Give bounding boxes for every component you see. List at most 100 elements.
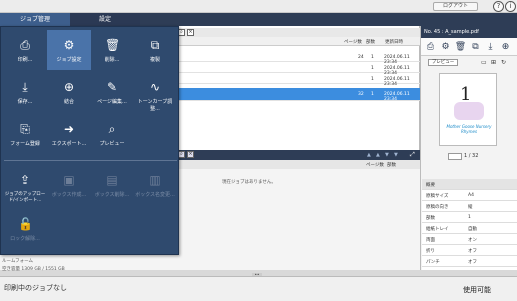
- rotate-icon[interactable]: ↻: [501, 59, 506, 66]
- duplicate-icon: ⧉: [150, 38, 160, 52]
- menu-item-label: ボックス作成...: [51, 192, 87, 198]
- menu-item-label: ロック解除...: [10, 236, 40, 242]
- menu-item-label: プレビュー: [99, 141, 125, 147]
- menu-item-box-delete: ▤ ボックス削除...: [90, 165, 134, 205]
- menu-item-label: 結合: [63, 99, 74, 105]
- job-management-menu: ⎙ 印刷... ⚙ ジョブ設定 🗑 削除... ⧉ 複製 ⤓ 保存... ⊕ 結…: [0, 26, 179, 255]
- clear-icon[interactable]: ×: [187, 29, 194, 36]
- header-updated[interactable]: 更新日時: [385, 39, 403, 45]
- menu-item-preview[interactable]: ⌕ プレビュー: [90, 114, 134, 154]
- row-pages: 32: [358, 92, 364, 97]
- menu-item-label: フォーム登録: [10, 141, 40, 147]
- expand-icon[interactable]: ⤢: [410, 151, 415, 159]
- header-pages[interactable]: ページ数: [366, 162, 384, 168]
- menu-item-box-rename: ▥ ボックス名変更...: [133, 165, 177, 205]
- search-icon[interactable]: ⌕: [178, 151, 185, 158]
- thumb-title: Mother Goose Nursery Rhymes: [446, 124, 492, 134]
- menu-item-label: 削除...: [104, 57, 120, 63]
- menu-separator: [4, 160, 177, 161]
- menu-item-export[interactable]: ➜ エクスポート...: [47, 114, 91, 154]
- prop-row: 給紙トレイ 自動: [422, 223, 517, 234]
- menu-item-delete[interactable]: 🗑 削除...: [90, 30, 134, 70]
- trash-icon[interactable]: 🗑: [454, 41, 467, 53]
- menu-item-print[interactable]: ⎙ 印刷...: [3, 30, 47, 70]
- menu-item-label: 保存...: [17, 99, 33, 105]
- menu-item-label: エクスポート...: [51, 141, 87, 147]
- document-thumbnail[interactable]: 1 Mother Goose Nursery Rhymes: [439, 73, 497, 146]
- row-copies: 1: [371, 66, 374, 71]
- row-updated: 2024.06.11 23:34: [384, 92, 410, 102]
- menu-item-label: ジョブのアップロード/インポート...: [4, 192, 46, 203]
- header-pages[interactable]: ページ数: [344, 39, 362, 45]
- box-create-icon: ▣: [63, 173, 75, 187]
- upload-icon: ⇪: [19, 173, 31, 187]
- row-copies: 1: [371, 92, 374, 97]
- fit-page-icon[interactable]: ▭: [481, 59, 487, 66]
- prop-row: 両面 オン: [422, 234, 517, 245]
- page-count: 1 / 32: [464, 153, 479, 159]
- search-icon[interactable]: ⌕: [178, 29, 185, 36]
- save-icon[interactable]: ⤓: [484, 41, 497, 53]
- menu-item-duplicate[interactable]: ⧉ 複製: [133, 30, 177, 70]
- menu-item-label: トーンカーブ調整...: [137, 99, 173, 112]
- tab-bar: ジョブ管理 設定: [0, 13, 517, 26]
- menu-item-upload[interactable]: ⇪ ジョブのアップロード/インポート...: [3, 165, 47, 205]
- device-status: 使用可能: [463, 286, 491, 294]
- arrow-down-icon[interactable]: ▼: [385, 152, 389, 158]
- merge-icon[interactable]: ⊕: [499, 41, 512, 53]
- menu-item-save[interactable]: ⤓ 保存...: [3, 72, 47, 112]
- arrow-up-icon[interactable]: ▲: [376, 152, 380, 158]
- menu-item-form-register[interactable]: ⎘ フォーム登録: [3, 114, 47, 154]
- menu-item-box-create: ▣ ボックス作成...: [47, 165, 91, 205]
- status-bar: 印刷中のジョブなし 使用可能: [0, 276, 517, 301]
- tab-job-management[interactable]: ジョブ管理: [0, 13, 70, 26]
- row-copies: 1: [371, 77, 374, 82]
- prop-row: 部数 1: [422, 212, 517, 223]
- storage-info: 空き容量 1309 GB / 1551 GB: [2, 267, 65, 272]
- clear-icon[interactable]: ×: [187, 151, 194, 158]
- prop-row: 折り オフ: [422, 245, 517, 256]
- menu-item-unlock: 🔓 ロック解除...: [3, 209, 47, 249]
- merge-icon: ⊕: [63, 80, 75, 94]
- help-icon[interactable]: ?: [493, 1, 504, 12]
- info-icon[interactable]: i: [505, 1, 516, 12]
- header-copies[interactable]: 部数: [387, 162, 396, 168]
- preview-icon: ⌕: [108, 122, 116, 136]
- save-icon: ⤓: [22, 80, 28, 94]
- thumb-illustration: [454, 102, 484, 120]
- props-heading: 概要: [422, 179, 517, 190]
- page-navigator[interactable]: 1 / 32: [448, 153, 488, 161]
- prop-row: 原稿サイズ A4: [422, 190, 517, 201]
- print-icon: ⎙: [20, 38, 30, 52]
- print-status: 印刷中のジョブなし: [4, 284, 67, 292]
- export-icon: ➜: [63, 122, 75, 136]
- menu-item-merge[interactable]: ⊕ 結合: [47, 72, 91, 112]
- menu-item-job-settings[interactable]: ⚙ ジョブ設定: [47, 30, 91, 70]
- page-edit-icon: ✎: [106, 80, 118, 94]
- preview-toolbar: ⎙ ⚙ 🗑 ⧉ ⤓ ⊕: [421, 38, 517, 56]
- tone-curve-icon: ∿: [149, 80, 161, 94]
- zoom-icon[interactable]: ⊞: [491, 59, 496, 66]
- menu-item-tone-curve[interactable]: ∿ トーンカーブ調整...: [133, 72, 177, 112]
- job-settings-icon[interactable]: ⚙: [439, 41, 452, 53]
- unlock-icon: 🔓: [18, 217, 33, 231]
- prop-row: パンチ オフ: [422, 256, 517, 267]
- menu-item-page-edit[interactable]: ✎ ページ編集...: [90, 72, 134, 112]
- header-copies[interactable]: 部数: [366, 39, 375, 45]
- tab-settings[interactable]: 設定: [70, 13, 140, 26]
- form-register-icon: ⎘: [20, 122, 30, 136]
- arrow-up-icon[interactable]: ▲: [367, 152, 371, 158]
- job-properties: 概要 原稿サイズ A4 原稿の向き縦 部数 1 給紙トレイ 自動 両面 オン 折り オフ …: [422, 179, 517, 270]
- preview-title: No. 45 : A_sample.pdf: [421, 26, 517, 38]
- duplicate-icon[interactable]: ⧉: [469, 41, 482, 53]
- logout-button[interactable]: ログアウト: [433, 2, 478, 11]
- print-icon[interactable]: ⎙: [424, 41, 437, 53]
- preview-button[interactable]: プレビュー: [428, 59, 458, 66]
- top-bar: ログアウト ? i: [0, 0, 517, 13]
- row-pages: 24: [358, 55, 364, 60]
- menu-item-label: ボックス名変更...: [135, 192, 175, 198]
- job-settings-icon: ⚙: [63, 38, 75, 52]
- empty-message: 現在ジョブはありません。: [222, 180, 276, 185]
- arrow-down-icon[interactable]: ▼: [394, 152, 398, 158]
- row-copies: 1: [371, 55, 374, 60]
